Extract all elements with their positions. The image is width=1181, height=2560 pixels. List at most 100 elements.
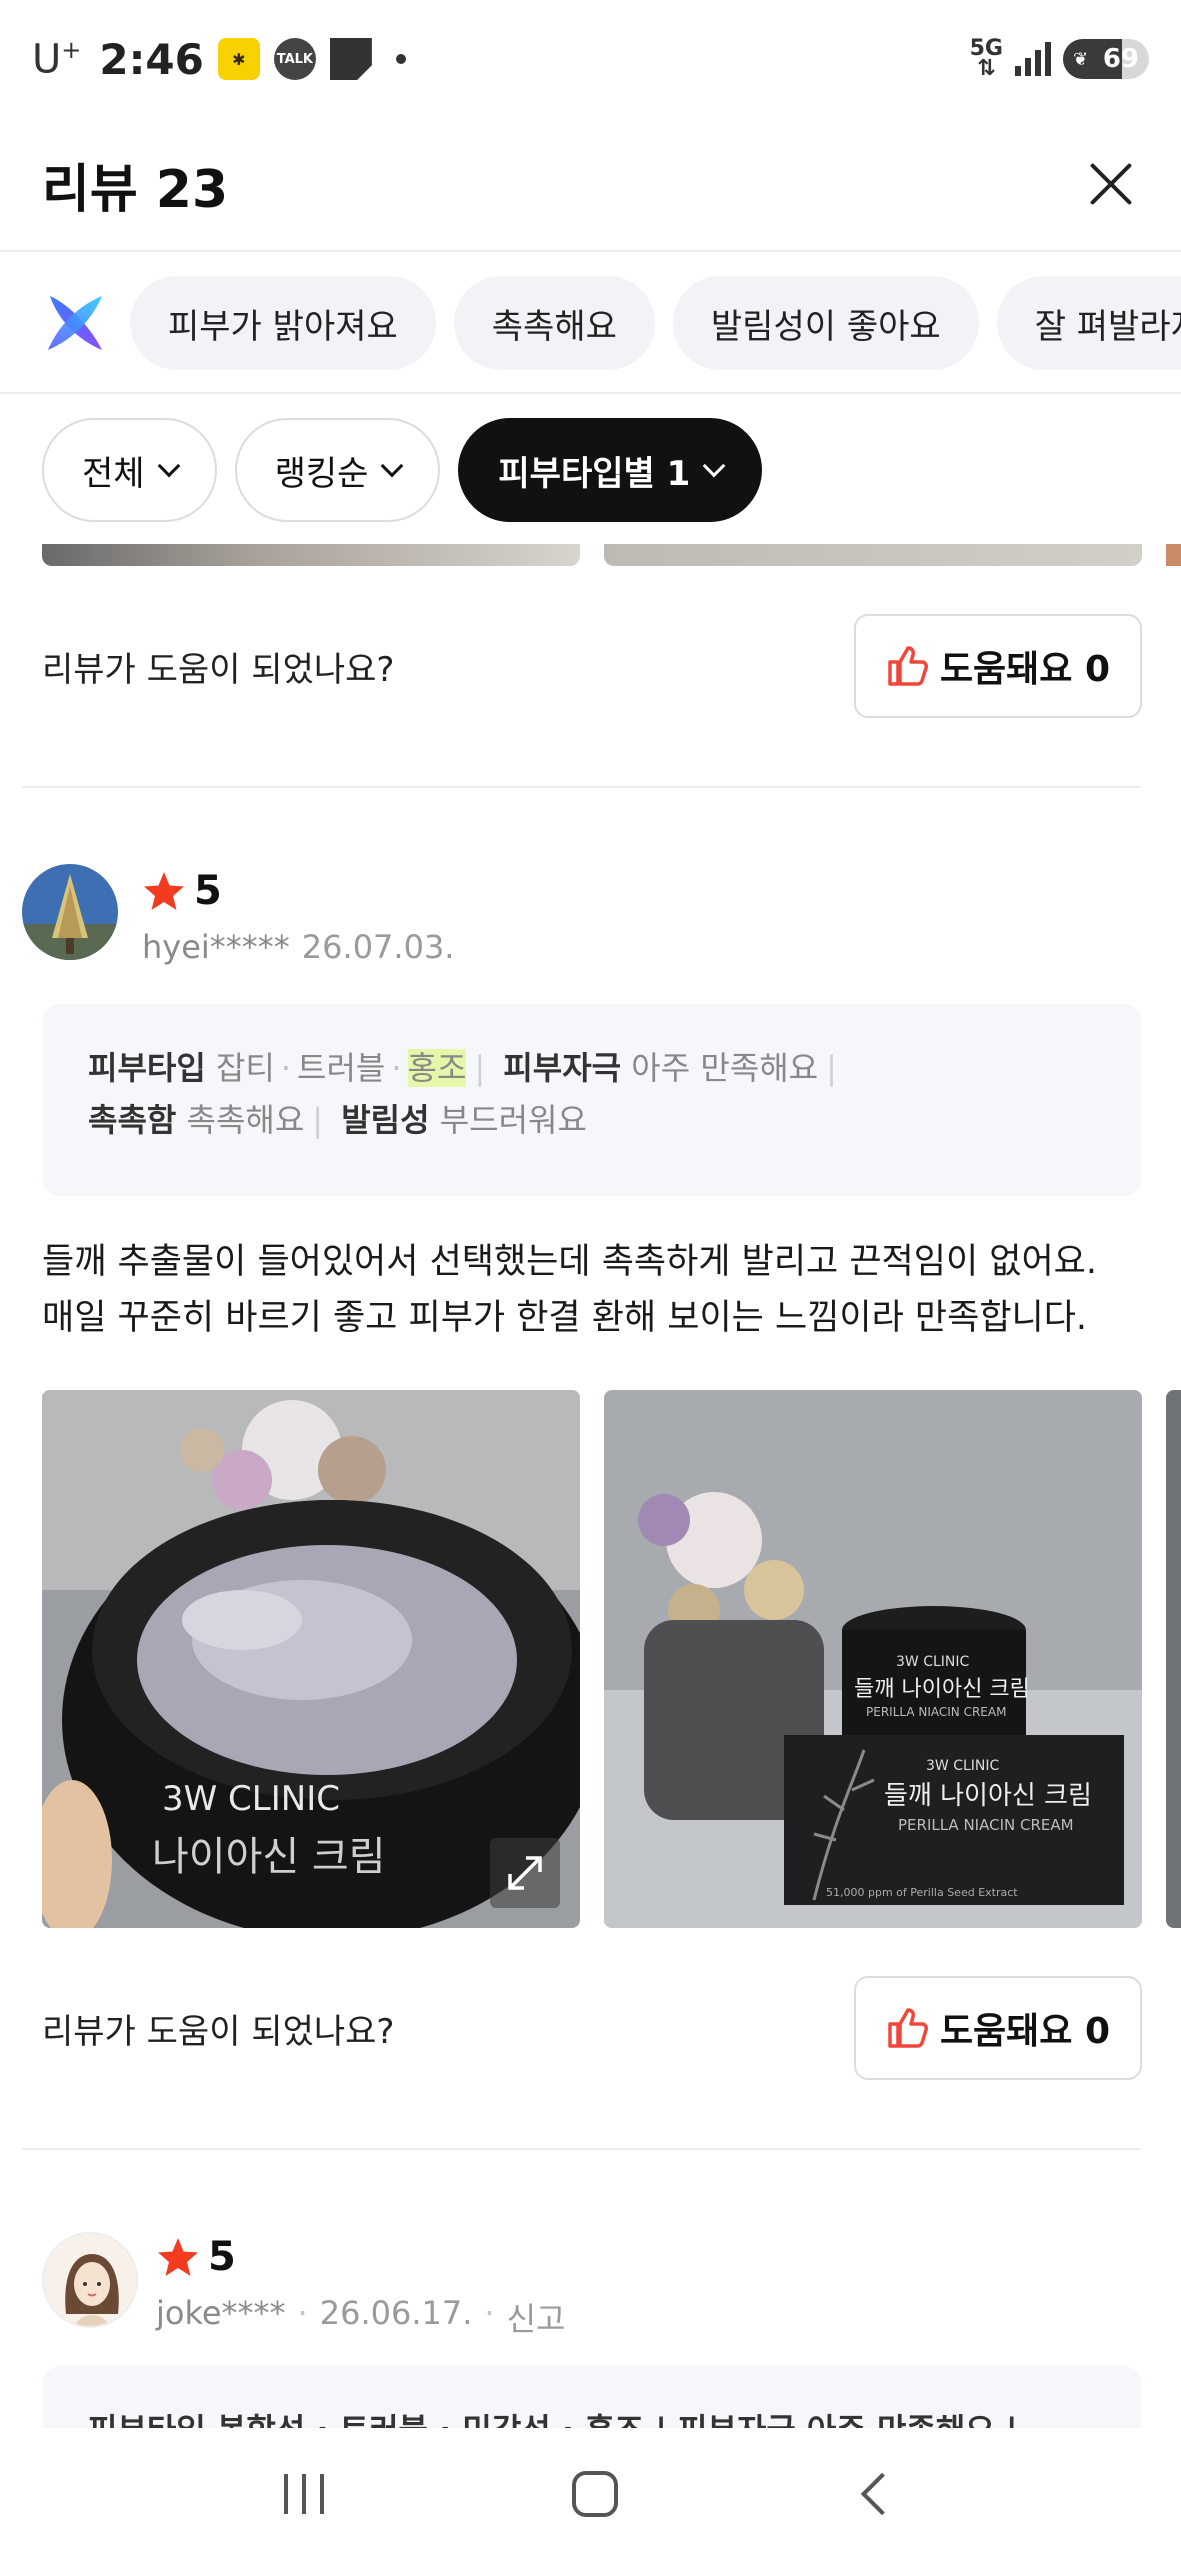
- review-body: 들깨 추출물이 들어있어서 선택했는데 촉촉하게 발리고 끈적임이 없어요. 매…: [42, 1234, 1152, 1346]
- expand-icon[interactable]: [490, 1838, 560, 1908]
- review-meta-line: joke**** · 26.06.17. · 신고: [156, 2294, 566, 2340]
- helpful-row: 리뷰가 도움이 되었나요? 도움돼요 0: [42, 614, 1142, 718]
- filter-label: 전체: [82, 453, 145, 494]
- review-date: 26.07.03.: [301, 928, 455, 966]
- close-button[interactable]: [1079, 154, 1139, 214]
- filter-all-dropdown[interactable]: 전체: [42, 418, 217, 522]
- attribute-label: 촉촉함: [88, 1101, 177, 1139]
- photo-product-text: 나이아신 크림: [152, 1834, 386, 1880]
- recent-apps-button[interactable]: [284, 2474, 325, 2514]
- network-type-icon: 5G ⇅: [969, 36, 1003, 81]
- photo-extract-text: 51,000 ppm of Perilla Seed Extract: [826, 1886, 1018, 1899]
- review-photo[interactable]: 3W CLINIC 들깨 나이아신 크림 PERILLA NIACIN CREA…: [604, 1390, 1142, 1928]
- keyword-chip[interactable]: 촉촉해요: [453, 276, 655, 370]
- attribute-value: 트러블: [297, 1049, 386, 1087]
- keyword-chip[interactable]: 피부가 밝아져요: [130, 276, 436, 370]
- previous-review-photo[interactable]: [1166, 544, 1181, 566]
- attribute-label: 발림성: [341, 1101, 430, 1139]
- ai-sparkle-icon: [48, 296, 102, 350]
- page-title: 리뷰 23: [42, 159, 229, 220]
- status-left: U+ 2:46 ✱ TALK: [32, 35, 406, 84]
- sort-ranking-dropdown[interactable]: 랭킹순: [234, 418, 441, 522]
- carrier-label: U+: [32, 35, 82, 83]
- previous-review-photo[interactable]: [42, 544, 580, 566]
- photo-brand-text: 3W CLINIC: [162, 1779, 340, 1819]
- star-icon: [144, 872, 184, 910]
- review-date: 26.06.17.: [319, 2294, 473, 2332]
- rating: 5: [142, 868, 222, 914]
- battery-level: 69: [1102, 44, 1139, 74]
- home-button[interactable]: [572, 2471, 619, 2517]
- attribute-value-highlighted: 홍조: [407, 1049, 467, 1087]
- review-meta: 5 joke**** · 26.06.17. · 신고: [0, 2224, 1181, 2338]
- star-icon: [158, 2238, 198, 2276]
- rating: 5: [156, 2234, 236, 2280]
- thumbs-up-icon: [888, 2008, 928, 2048]
- attribute-line: 촉촉함 촉촉해요 | 발림성 부드러워요: [88, 1101, 587, 1139]
- attribute-value: 촉촉해요: [186, 1101, 305, 1139]
- photo-brand-text-box: 3W CLINIC: [926, 1758, 1000, 1774]
- previous-review-photo[interactable]: [604, 544, 1142, 566]
- avatar[interactable]: [42, 2232, 138, 2328]
- review-photo[interactable]: 3W CLINIC 나이아신 크림: [42, 1390, 580, 1928]
- helpful-count-label: 도움돼요 0: [939, 2011, 1110, 2052]
- attribute-line: 피부타입 잡티 · 트러블 · 홍조 | 피부자극 아주 만족해요 |: [88, 1049, 837, 1087]
- photo-brand-text: 3W CLINIC: [896, 1654, 970, 1670]
- helpful-question: 리뷰가 도움이 되었나요?: [42, 2011, 395, 2052]
- helpful-row: 리뷰가 도움이 되었나요? 도움돼요 0: [42, 1976, 1142, 2080]
- signal-strength-icon: [1015, 42, 1051, 76]
- review-header-bar: 리뷰 23: [0, 118, 1181, 252]
- photo-product-text-box: 들깨 나이아신 크림: [884, 1781, 1092, 1811]
- note-notification-icon: [329, 38, 372, 80]
- review-list[interactable]: 리뷰가 도움이 되었나요? 도움돼요 0 5 hyei***** 26.07.0…: [0, 544, 1181, 2428]
- chevron-down-icon: [381, 454, 404, 478]
- keyword-chip-bar[interactable]: 피부가 밝아져요 촉촉해요 발림성이 좋아요 잘 펴발라져요: [0, 254, 1181, 394]
- kakaotalk-notification-icon: TALK: [273, 38, 316, 80]
- review-meta: 5 hyei***** 26.07.03.: [0, 864, 1181, 974]
- system-nav-bar: [0, 2428, 1181, 2560]
- filter-label: 피부타입별 1: [498, 453, 691, 494]
- review-photo[interactable]: [1166, 1390, 1181, 1928]
- helpful-count-label: 도움돼요 0: [939, 649, 1110, 690]
- kakao-notification-icon: ✱: [217, 38, 260, 80]
- back-button[interactable]: [860, 2472, 904, 2516]
- battery-saver-icon: ❦: [1073, 48, 1089, 70]
- more-notifications-icon: [395, 54, 406, 64]
- attribute-value: 아주 만족해요: [631, 1049, 819, 1087]
- report-link[interactable]: 신고: [507, 2294, 566, 2340]
- photo-product-text: 들깨 나이아신 크림: [854, 1677, 1030, 1702]
- status-bar: U+ 2:46 ✱ TALK 5G ⇅ ❦ 69: [0, 0, 1181, 118]
- keyword-chip[interactable]: 발림성이 좋아요: [672, 276, 979, 370]
- attribute-line: 피부타입 복합성 · 트러블 · 민감성 · 홍조 | 피부자극 아주 만족해요…: [88, 2404, 1096, 2428]
- skin-type-filter-dropdown[interactable]: 피부타입별 1: [458, 418, 763, 522]
- photo-product-en-text: PERILLA NIACIN CREAM: [866, 1705, 1006, 1719]
- helpful-button[interactable]: 도움돼요 0: [853, 1976, 1142, 2080]
- helpful-button[interactable]: 도움돼요 0: [853, 614, 1142, 718]
- review-divider: [22, 2148, 1141, 2150]
- helpful-question: 리뷰가 도움이 되었나요?: [42, 649, 395, 690]
- thumbs-up-icon: [888, 646, 928, 686]
- photo-product-en-text-box: PERILLA NIACIN CREAM: [898, 1816, 1074, 1834]
- clock: 2:46: [99, 34, 204, 84]
- attribute-value: 잡티: [215, 1049, 275, 1087]
- chevron-down-icon: [702, 454, 726, 478]
- rating-value: 5: [194, 868, 222, 914]
- chevron-down-icon: [157, 454, 180, 478]
- skin-attribute-box: 피부타입 복합성 · 트러블 · 민감성 · 홍조 | 피부자극 아주 만족해요…: [42, 2366, 1142, 2428]
- review-meta-line: hyei***** 26.07.03.: [142, 928, 454, 966]
- skin-attribute-box: 피부타입 잡티 · 트러블 · 홍조 | 피부자극 아주 만족해요 | 촉촉함 촉촉해요 | …: [42, 1004, 1142, 1196]
- attribute-label: 피부타입: [88, 1049, 206, 1087]
- username: joke****: [156, 2294, 286, 2332]
- username: hyei*****: [142, 928, 290, 966]
- status-right: 5G ⇅ ❦ 69: [969, 36, 1149, 81]
- rating-value: 5: [208, 2234, 236, 2280]
- battery-icon: ❦ 69: [1063, 39, 1149, 79]
- review-text-line: 매일 꾸준히 바르기 좋고 피부가 한결 환해 보이는 느낌이라 만족합니다.: [42, 1298, 1088, 1338]
- review-divider: [22, 786, 1141, 788]
- avatar[interactable]: [22, 864, 118, 960]
- filter-label: 랭킹순: [274, 453, 369, 494]
- attribute-label: 피부자극: [503, 1049, 622, 1087]
- attribute-value: 부드러워요: [439, 1101, 587, 1139]
- keyword-chip[interactable]: 잘 펴발라져요: [996, 276, 1181, 370]
- filter-bar: 전체 랭킹순 피부타입별 1: [0, 396, 1181, 544]
